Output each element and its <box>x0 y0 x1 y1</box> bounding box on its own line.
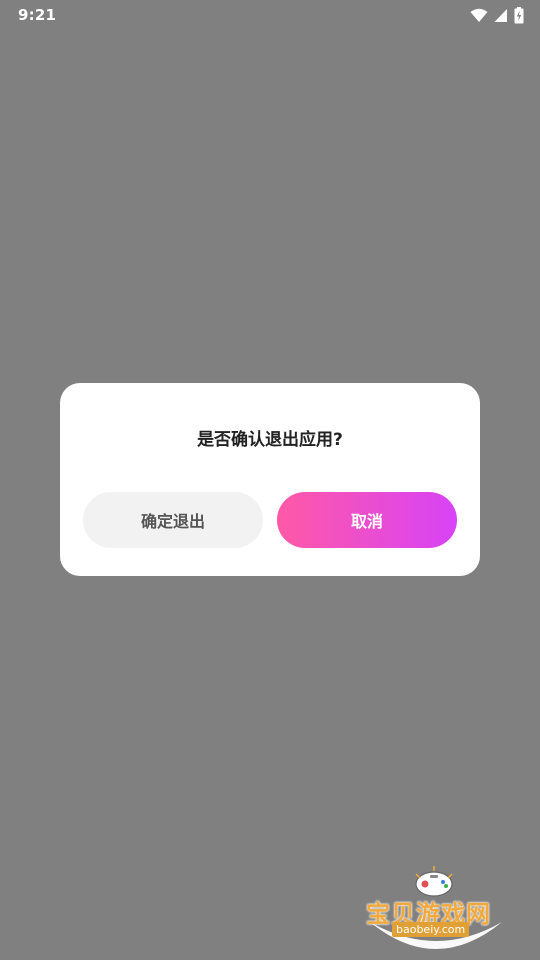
dialog-title: 是否确认退出应用? <box>197 430 343 450</box>
confirm-exit-button[interactable]: 确定退出 <box>83 492 263 548</box>
wifi-icon <box>470 8 488 23</box>
watermark-domain: baobeiy.com <box>392 922 470 937</box>
watermark: 宝贝游戏网 baobeiy.com <box>362 864 510 956</box>
battery-charging-icon <box>514 6 524 24</box>
status-bar: 9:21 <box>0 0 540 32</box>
cell-signal-icon <box>494 8 508 23</box>
exit-dialog: 是否确认退出应用? 确定退出 取消 <box>60 383 480 576</box>
status-time: 9:21 <box>18 6 57 24</box>
cancel-button[interactable]: 取消 <box>277 492 457 548</box>
status-icons <box>470 6 524 24</box>
